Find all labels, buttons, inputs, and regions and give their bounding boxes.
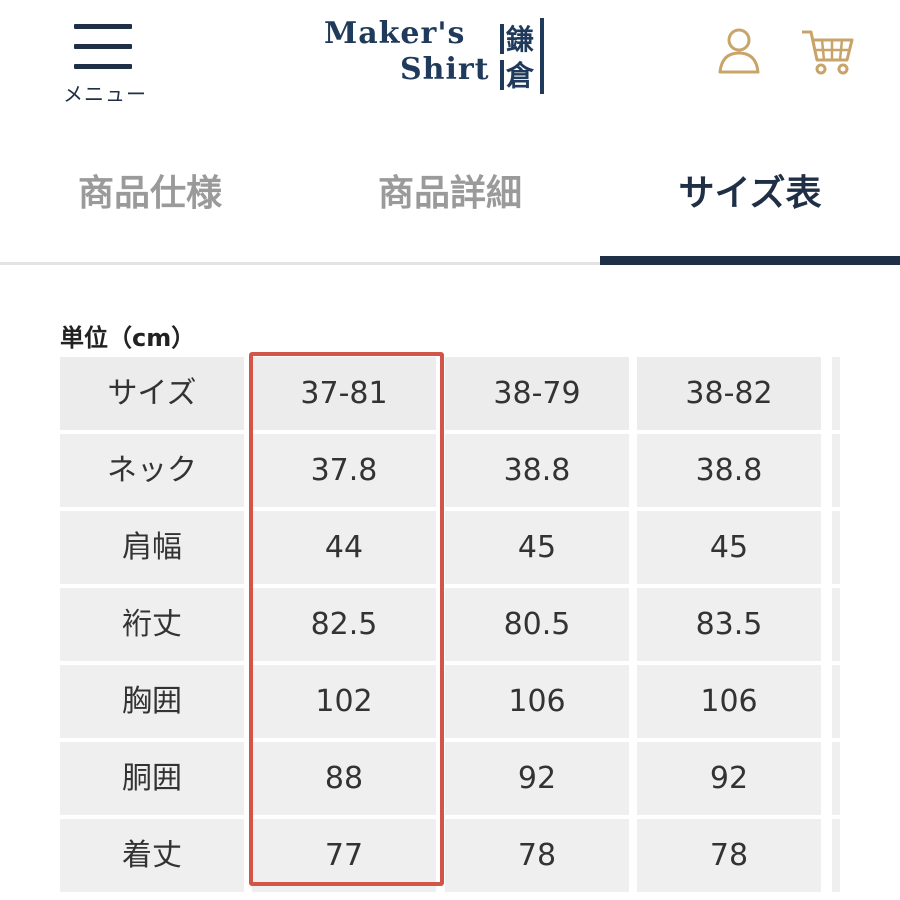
site-logo[interactable]: Maker's Shirt 鎌 倉 (322, 14, 592, 94)
measurement-value: 78 (445, 819, 629, 892)
menu-button[interactable]: メニュー (60, 18, 150, 108)
tab-product-detail[interactable]: 商品詳細 (300, 150, 600, 265)
measurement-value: 78 (637, 819, 821, 892)
size-header-label: サイズ (60, 357, 244, 430)
table-overflow-cell (832, 665, 840, 738)
measurement-value: 77 (252, 819, 436, 892)
measurement-value: 80.5 (445, 588, 629, 661)
measurement-value: 88 (252, 742, 436, 815)
measurement-label: 胴囲 (60, 742, 244, 815)
user-icon (718, 28, 760, 74)
logo-text-shirt: Shirt (400, 52, 490, 87)
logo-kanji-kura: 倉 (506, 59, 535, 92)
site-header: メニュー Maker's Shirt 鎌 倉 (0, 0, 900, 120)
measurement-value: 38.8 (637, 434, 821, 507)
cart-icon (802, 30, 854, 75)
menu-label: メニュー (63, 82, 147, 106)
measurement-value: 45 (637, 511, 821, 584)
measurement-label: 肩幅 (60, 511, 244, 584)
logo-bar-right-top (540, 18, 544, 56)
unit-label: 単位（cm） (60, 324, 196, 352)
table-overflow-cell (832, 588, 840, 661)
logo-kanji-kama: 鎌 (506, 23, 535, 56)
measurement-label: ネック (60, 434, 244, 507)
measurement-value: 92 (445, 742, 629, 815)
measurement-value: 92 (637, 742, 821, 815)
cart-button[interactable] (800, 26, 856, 78)
measurement-value: 106 (637, 665, 821, 738)
measurement-value: 45 (445, 511, 629, 584)
tab-size-chart[interactable]: サイズ表 (600, 150, 900, 265)
measurement-label: 着丈 (60, 819, 244, 892)
measurement-label: 胸囲 (60, 665, 244, 738)
logo-bar-left-top (500, 24, 504, 54)
account-button[interactable] (716, 26, 762, 78)
size-header-cell: 38-79 (445, 357, 629, 430)
size-header-cell: 38-82 (637, 357, 821, 430)
measurement-value: 38.8 (445, 434, 629, 507)
table-overflow-cell (832, 742, 840, 815)
logo-bar-right-bottom (540, 56, 544, 94)
product-tabs: 商品仕様 商品詳細 サイズ表 (0, 150, 900, 265)
active-tab-indicator (600, 256, 900, 265)
measurement-value: 102 (252, 665, 436, 738)
size-header-cell: 37-81 (252, 357, 436, 430)
measurement-value: 44 (252, 511, 436, 584)
measurement-label: 裄丈 (60, 588, 244, 661)
tab-product-spec[interactable]: 商品仕様 (0, 150, 300, 265)
measurement-value: 37.8 (252, 434, 436, 507)
logo-bar-left-bottom (500, 60, 504, 90)
measurement-value: 83.5 (637, 588, 821, 661)
table-overflow-cell (832, 819, 840, 892)
table-overflow-cell (832, 511, 840, 584)
menu-icon (74, 22, 132, 70)
logo-text-makers: Maker's (324, 16, 466, 51)
measurement-value: 106 (445, 665, 629, 738)
table-overflow-cell (832, 434, 840, 507)
table-overflow-cell (832, 357, 840, 430)
measurement-value: 82.5 (252, 588, 436, 661)
